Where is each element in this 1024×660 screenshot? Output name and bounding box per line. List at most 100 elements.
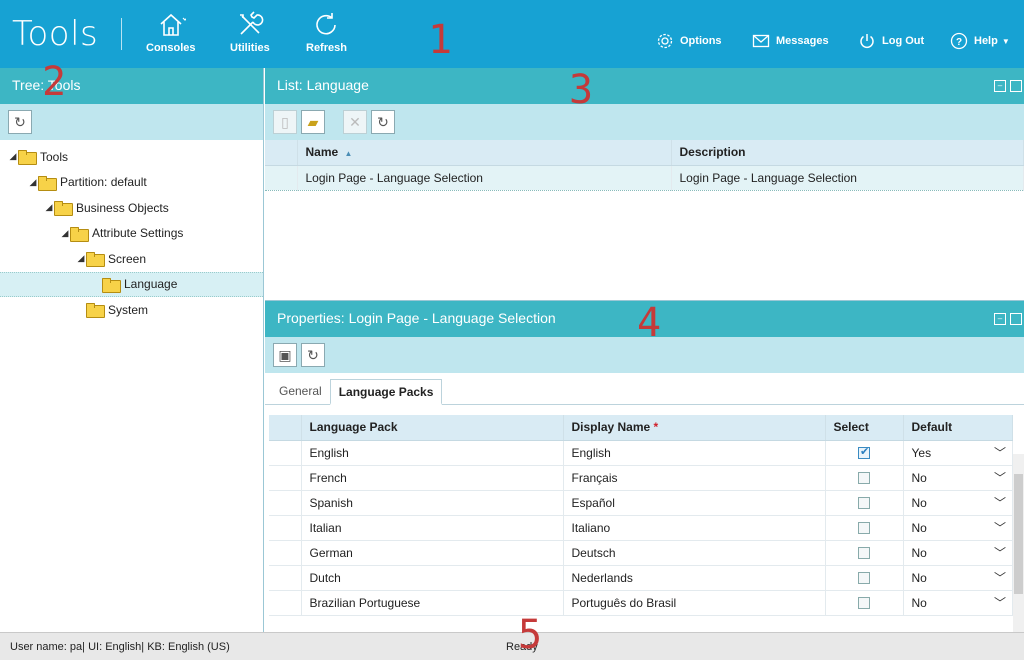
cell-display-name[interactable]: Português do Brasil — [563, 590, 826, 616]
tab-language-packs[interactable]: Language Packs — [329, 379, 443, 405]
cell-display-name[interactable]: Nederlands — [563, 565, 826, 591]
marker-5: 5 — [518, 612, 543, 658]
select-checkbox[interactable] — [858, 472, 870, 485]
tree-node-business-objects[interactable]: ◢ Business Objects — [0, 195, 263, 221]
maximize-icon[interactable] — [1010, 80, 1022, 92]
save-button[interactable]: ▣ — [273, 343, 297, 367]
consoles-button[interactable]: Consoles — [146, 10, 196, 54]
column-header-name[interactable]: Name ▲ — [297, 140, 672, 166]
chevron-down-icon: ﹀ — [993, 571, 1006, 585]
chevron-down-icon: ﹀ — [993, 596, 1006, 610]
minimize-icon[interactable]: – — [994, 313, 1006, 325]
default-dropdown[interactable]: Yes ﹀ — [912, 444, 1013, 461]
new-item-button[interactable]: ▯ — [273, 110, 297, 134]
default-dropdown[interactable]: No ﹀ — [912, 469, 1013, 486]
tree-panel: Tree: Tools 2 ↻ ◢ Tools ◢ Partition: def… — [0, 62, 264, 632]
messages-label: Messages — [776, 35, 829, 47]
cell-display-name[interactable]: English — [563, 440, 826, 466]
expand-triangle-icon[interactable]: ◢ — [8, 151, 18, 162]
folder-icon — [54, 201, 73, 217]
tab-general[interactable]: General — [271, 379, 330, 404]
help-icon: ? — [950, 32, 968, 50]
row-selector[interactable] — [269, 540, 302, 566]
status-user: User name: pa — [10, 641, 83, 653]
vertical-scrollbar[interactable] — [1013, 454, 1024, 632]
select-checkbox[interactable] — [858, 572, 870, 585]
cell-display-name[interactable]: Italiano — [563, 515, 826, 541]
marker-1: 1 — [428, 17, 453, 63]
utilities-button[interactable]: Utilities — [230, 10, 270, 54]
column-header-display-name[interactable]: Display Name * — [563, 415, 826, 441]
row-selector[interactable] — [265, 164, 298, 191]
logout-label: Log Out — [882, 35, 925, 47]
row-selector[interactable] — [269, 515, 302, 541]
expand-triangle-icon[interactable]: ◢ — [60, 228, 70, 239]
default-dropdown[interactable]: No ﹀ — [912, 569, 1013, 586]
default-dropdown[interactable]: No ﹀ — [912, 544, 1013, 561]
column-header-language-pack[interactable]: Language Pack — [301, 415, 564, 441]
status-ui-language: UI: English — [88, 641, 142, 653]
status-kb-language: KB: English (US) — [147, 641, 230, 653]
row-selector[interactable] — [269, 465, 302, 491]
folder-icon — [18, 150, 37, 166]
tree-node-label: Tools — [40, 149, 69, 164]
tree-node-attribute-settings[interactable]: ◢ Attribute Settings — [0, 221, 263, 247]
select-checkbox[interactable] — [858, 522, 870, 535]
maximize-icon[interactable] — [1010, 313, 1022, 325]
options-button[interactable]: Options — [656, 32, 722, 50]
table-row[interactable]: Italian Italiano No ﹀ — [269, 515, 1013, 541]
refresh-button[interactable]: Refresh — [306, 10, 347, 54]
delete-button[interactable]: ✕ — [343, 110, 367, 134]
tree-node-screen[interactable]: ◢ Screen — [0, 246, 263, 272]
table-row[interactable]: Spanish Español No ﹀ — [269, 490, 1013, 516]
properties-refresh-button[interactable]: ↻ — [301, 343, 325, 367]
tree-node-tools[interactable]: ◢ Tools — [0, 144, 263, 170]
default-dropdown[interactable]: No ﹀ — [912, 494, 1013, 511]
tree-node-system[interactable]: System — [0, 297, 263, 323]
properties-window-controls: – — [994, 313, 1022, 325]
select-checkbox[interactable] — [858, 547, 870, 560]
select-checkbox[interactable] — [858, 497, 870, 510]
tree-node-label: Business Objects — [76, 200, 169, 215]
default-dropdown[interactable]: No ﹀ — [912, 519, 1013, 536]
row-selector[interactable] — [269, 565, 302, 591]
cell-select — [825, 590, 904, 616]
scrollbar-thumb[interactable] — [1014, 474, 1023, 594]
list-refresh-button[interactable]: ↻ — [371, 110, 395, 134]
cell-display-name[interactable]: Español — [563, 490, 826, 516]
tree-refresh-button[interactable]: ↻ — [8, 110, 32, 134]
default-value: No — [911, 545, 927, 560]
help-button[interactable]: ? Help ▼ — [950, 32, 1010, 50]
cell-display-name[interactable]: Deutsch — [563, 540, 826, 566]
table-row[interactable]: Brazilian Portuguese Português do Brasil N… — [269, 590, 1013, 616]
expand-triangle-icon[interactable]: ◢ — [44, 202, 54, 213]
tree-node-partition[interactable]: ◢ Partition: default — [0, 170, 263, 196]
row-selector[interactable] — [269, 440, 302, 466]
new-folder-button[interactable]: ▰ — [301, 110, 325, 134]
consoles-label: Consoles — [146, 42, 196, 54]
table-row[interactable]: German Deutsch No ﹀ — [269, 540, 1013, 566]
default-dropdown[interactable]: No ﹀ — [912, 594, 1013, 611]
minimize-icon[interactable]: – — [994, 80, 1006, 92]
tree-node-language[interactable]: Language — [0, 271, 263, 297]
table-row[interactable]: Dutch Nederlands No ﹀ — [269, 565, 1013, 591]
table-row[interactable]: French Français No ﹀ — [269, 465, 1013, 491]
table-row[interactable]: EnglishEnglish Yes ﹀ — [269, 440, 1013, 466]
refresh-label: Refresh — [306, 42, 347, 54]
select-checkbox[interactable] — [858, 445, 870, 460]
row-selector[interactable] — [269, 490, 302, 516]
logout-button[interactable]: Log Out — [858, 32, 924, 50]
messages-button[interactable]: Messages — [752, 32, 829, 50]
column-header-description[interactable]: Description — [671, 140, 1024, 166]
cell-display-name[interactable]: Français — [563, 465, 826, 491]
expand-triangle-icon[interactable]: ◢ — [28, 177, 38, 188]
row-selector[interactable] — [269, 590, 302, 616]
table-row[interactable]: Login Page - Language Selection Login Pa… — [265, 164, 1024, 191]
column-header-default[interactable]: Default — [903, 415, 1013, 441]
select-checkbox[interactable] — [858, 597, 870, 610]
expand-triangle-icon[interactable]: ◢ — [76, 253, 86, 264]
cell-select — [825, 465, 904, 491]
marker-2: 2 — [42, 59, 67, 105]
column-header-select[interactable]: Select — [825, 415, 904, 441]
default-value: No — [911, 520, 927, 535]
